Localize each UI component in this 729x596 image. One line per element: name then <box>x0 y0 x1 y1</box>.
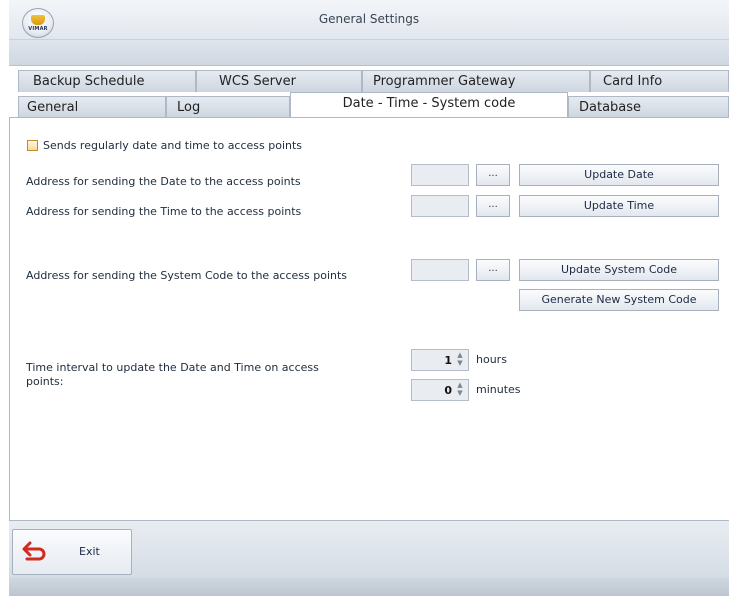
system-code-address-label: Address for sending the System Code to t… <box>26 269 348 282</box>
minutes-spinner[interactable]: 0 ▲ ▼ <box>411 379 469 401</box>
tab-wcs-server[interactable]: WCS Server <box>196 70 362 92</box>
spinner-arrows-icon[interactable]: ▲ ▼ <box>455 351 465 369</box>
interval-label-cont: points: <box>26 375 64 388</box>
update-system-code-button[interactable]: Update System Code <box>519 259 719 281</box>
tab-label: Programmer Gateway <box>373 74 516 89</box>
exit-button[interactable]: Exit <box>12 529 132 575</box>
hours-value: 1 <box>444 354 452 367</box>
status-bar <box>9 578 729 596</box>
tab-label: WCS Server <box>219 74 296 89</box>
tab-label: General <box>27 100 79 115</box>
title-bar: VIMAR General Settings <box>9 0 729 40</box>
send-datetime-label: Sends regularly date and time to access … <box>43 139 303 152</box>
tab-label: Card Info <box>603 74 663 89</box>
tab-label: Database <box>579 100 642 115</box>
send-datetime-checkbox[interactable] <box>27 140 38 151</box>
exit-arrow-icon <box>22 541 46 561</box>
tabs-divider <box>9 117 729 118</box>
tab-card-info[interactable]: Card Info <box>590 70 729 92</box>
date-address-label: Address for sending the Date to the acce… <box>26 175 301 188</box>
update-time-button[interactable]: Update Time <box>519 195 719 217</box>
logo-text: VIMAR <box>28 25 48 32</box>
time-browse-button[interactable]: ... <box>476 195 510 217</box>
system-code-browse-button[interactable]: ... <box>476 259 510 281</box>
tab-database[interactable]: Database <box>568 96 729 118</box>
date-address-field[interactable] <box>411 164 469 186</box>
date-browse-button[interactable]: ... <box>476 164 510 186</box>
minutes-unit-label: minutes <box>476 383 521 396</box>
tab-label: Backup Schedule <box>33 74 145 89</box>
hours-unit-label: hours <box>476 353 507 366</box>
settings-panel: Sends regularly date and time to access … <box>9 117 729 520</box>
update-date-button[interactable]: Update Date <box>519 164 719 186</box>
tab-label: Log <box>177 100 201 115</box>
interval-label: Time interval to update the Date and Tim… <box>26 361 319 374</box>
system-code-address-field[interactable] <box>411 259 469 281</box>
time-address-label: Address for sending the Time to the acce… <box>26 205 302 218</box>
hours-spinner[interactable]: 1 ▲ ▼ <box>411 349 469 371</box>
tab-general[interactable]: General <box>18 96 166 118</box>
tab-date-time-system-code[interactable]: Date - Time - System code <box>290 92 568 117</box>
minutes-value: 0 <box>444 384 452 397</box>
spinner-arrows-icon[interactable]: ▲ ▼ <box>455 381 465 399</box>
time-address-field[interactable] <box>411 195 469 217</box>
tab-label: Date - Time - System code <box>342 96 516 111</box>
tab-backup-schedule[interactable]: Backup Schedule <box>18 70 196 92</box>
ribbon-strip <box>9 40 729 66</box>
tab-log[interactable]: Log <box>166 96 290 118</box>
exit-label: Exit <box>79 545 100 558</box>
bottom-toolbar: Exit <box>9 520 729 578</box>
window-title: General Settings <box>318 12 420 26</box>
generate-system-code-button[interactable]: Generate New System Code <box>519 289 719 311</box>
tab-programmer-gateway[interactable]: Programmer Gateway <box>362 70 590 92</box>
